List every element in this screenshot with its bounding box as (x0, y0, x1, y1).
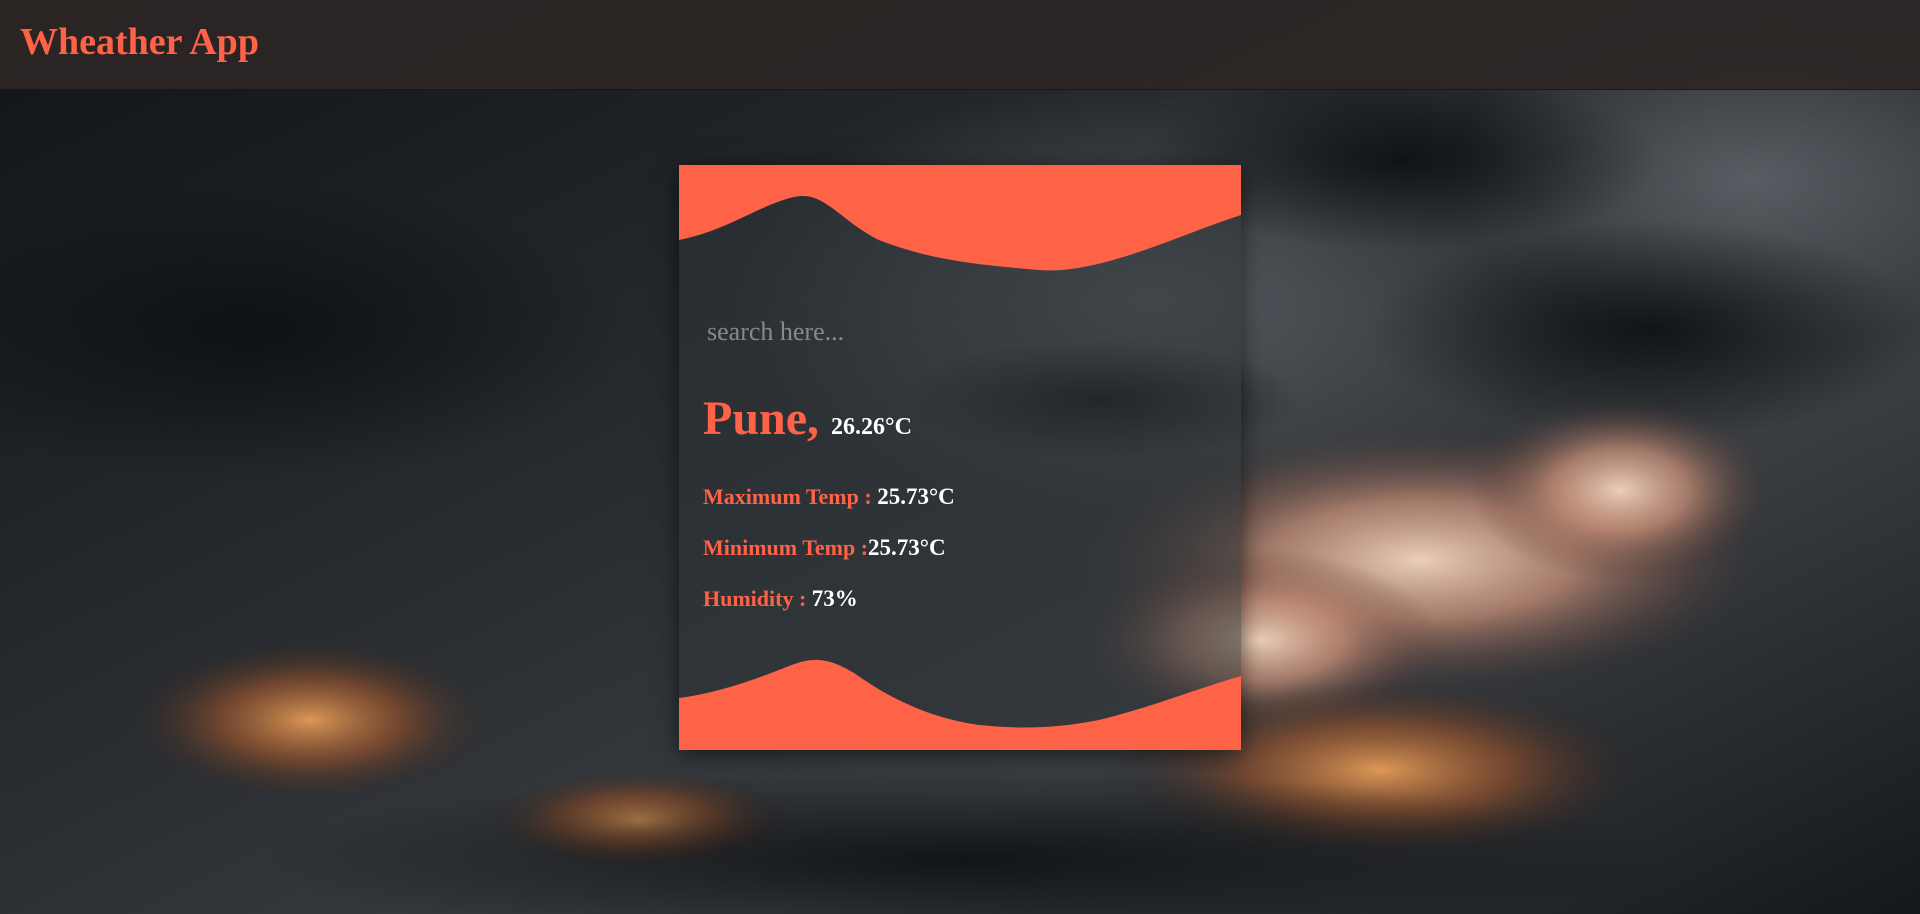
max-temp-row: Maximum Temp : 25.73°C (703, 484, 955, 510)
humidity-label: Humidity : (703, 586, 812, 611)
humidity-value: 73% (811, 586, 858, 611)
weather-card: Pune, 26.26°C Maximum Temp : 25.73°C Min… (679, 165, 1241, 750)
min-temp-value: 25.73°C (868, 535, 946, 560)
location-row: Pune, 26.26°C (703, 391, 912, 446)
min-temp-label: Minimum Temp : (703, 535, 869, 560)
current-temperature: 26.26°C (831, 414, 912, 440)
city-name: Pune, (703, 392, 820, 445)
app-title[interactable]: Wheather App (20, 20, 259, 66)
bottom-wave-decoration (679, 659, 1241, 750)
humidity-row: Humidity : 73% (703, 586, 858, 612)
search-input[interactable] (701, 310, 1213, 354)
max-temp-value: 25.73°C (877, 484, 955, 509)
min-temp-row: Minimum Temp :25.73°C (703, 535, 946, 561)
max-temp-label: Maximum Temp : (703, 484, 878, 509)
top-wave-decoration (679, 165, 1241, 271)
navbar: Wheather App (0, 0, 1920, 90)
